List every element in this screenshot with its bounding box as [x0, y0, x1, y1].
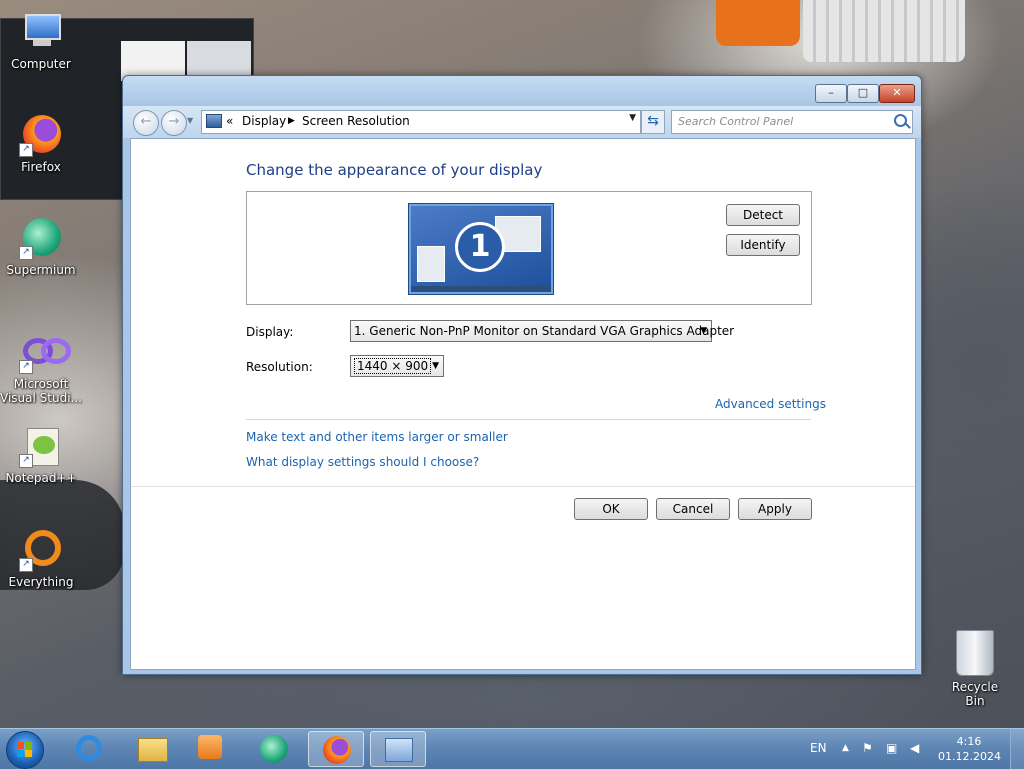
language-indicator[interactable]: EN	[810, 741, 827, 755]
breadcrumb-display[interactable]: Display	[242, 114, 286, 128]
maximize-button[interactable]: □	[847, 84, 879, 103]
taskbar: EN ▲ ⚑ ▣ ◀ 4:16 01.12.2024	[0, 728, 1024, 769]
shortcut-arrow-icon: ↗	[19, 454, 33, 468]
desktop-icon-supermium[interactable]: ↗ Supermium	[0, 216, 82, 277]
close-button[interactable]: ✕	[879, 84, 915, 103]
desktop-icon-label: Microsoft Visual Studi...	[0, 377, 82, 405]
firefox-icon: ↗	[19, 113, 63, 157]
forward-button[interactable]: →	[161, 110, 187, 136]
ok-button[interactable]: OK	[574, 498, 648, 520]
search-box[interactable]	[671, 110, 913, 134]
clock-date: 01.12.2024	[938, 750, 1001, 763]
resolution-select-value: 1440 × 900	[354, 358, 432, 374]
shortcut-arrow-icon: ↗	[19, 143, 33, 157]
desktop-icon-label: Firefox	[21, 160, 61, 174]
breadcrumb-separator-icon[interactable]: ▶	[288, 116, 295, 126]
media-player-icon	[198, 735, 222, 759]
taskbar-control-panel[interactable]	[370, 731, 426, 767]
page-title: Change the appearance of your display	[246, 161, 543, 179]
desktop-icon-label: Notepad++	[5, 471, 77, 485]
desktop-icon-label: Supermium	[6, 263, 76, 277]
desktop-icon-label: Recycle Bin	[951, 680, 999, 708]
divider	[246, 419, 811, 420]
explorer-folder-icon	[138, 738, 168, 762]
recent-pages-dropdown[interactable]: ▼	[187, 116, 193, 125]
resolution-select[interactable]: 1440 × 900 ▼	[350, 355, 444, 377]
arrow-right-icon: →	[168, 114, 180, 129]
desktop-icon-everything[interactable]: ↗ Everything	[0, 528, 82, 589]
show-desktop-button[interactable]	[1010, 729, 1024, 769]
desktop-icon-firefox[interactable]: ↗ Firefox	[0, 113, 82, 174]
wallpaper-basket	[803, 0, 965, 62]
desktop-icon-notepad-plus-plus[interactable]: ↗ Notepad++	[0, 424, 82, 485]
network-icon[interactable]: ▣	[886, 741, 897, 755]
internet-explorer-icon	[76, 735, 102, 761]
cancel-button[interactable]: Cancel	[656, 498, 730, 520]
action-center-flag-icon[interactable]: ⚑	[862, 741, 873, 755]
desktop-icon-label: Everything	[8, 575, 74, 589]
taskbar-media-player[interactable]	[184, 731, 240, 767]
supermium-icon: ↗	[19, 216, 63, 260]
windows-logo-icon	[17, 742, 33, 758]
content-pane: Change the appearance of your display 1 …	[130, 138, 916, 670]
clock-time: 4:16	[956, 735, 982, 748]
monitor-arrangement-panel: 1 Detect Identify	[246, 191, 812, 305]
desktop-icon-recycle-bin[interactable]: Recycle Bin	[942, 630, 1008, 708]
search-input[interactable]	[678, 113, 878, 129]
shortcut-arrow-icon: ↗	[19, 360, 33, 374]
desktop-icon-computer[interactable]: Computer	[0, 10, 82, 71]
everything-icon: ↗	[19, 528, 63, 572]
start-button[interactable]	[6, 731, 44, 769]
arrow-left-icon: ←	[140, 114, 152, 129]
identify-button[interactable]: Identify	[726, 234, 800, 256]
volume-muted-icon[interactable]: ◀	[910, 741, 919, 755]
desktop-icon-visual-studio[interactable]: ↗ Microsoft Visual Studi...	[0, 330, 82, 405]
back-button[interactable]: ←	[133, 110, 159, 136]
control-panel-icon	[385, 738, 413, 762]
detect-button[interactable]: Detect	[726, 204, 800, 226]
text-size-link[interactable]: Make text and other items larger or smal…	[246, 430, 508, 444]
desktop-icon-label: Computer	[11, 57, 71, 71]
visual-studio-icon: ↗	[19, 330, 71, 374]
supermium-icon	[260, 735, 288, 763]
display-select-value: 1. Generic Non-PnP Monitor on Standard V…	[354, 324, 735, 338]
address-bar[interactable]: « Display ▶ Screen Resolution ▼	[201, 110, 641, 134]
advanced-settings-link[interactable]: Advanced settings	[715, 397, 826, 411]
refresh-icon: ⇆	[647, 113, 659, 129]
address-toolbar: ← → ▼ « Display ▶ Screen Resolution ▼ ⇆	[123, 106, 921, 138]
refresh-button[interactable]: ⇆	[641, 110, 665, 134]
resolution-label: Resolution:	[246, 360, 313, 374]
display-label: Display:	[246, 325, 294, 339]
apply-button[interactable]: Apply	[738, 498, 812, 520]
clock[interactable]: 4:16 01.12.2024	[938, 734, 1001, 764]
divider	[131, 486, 915, 487]
taskbar-firefox[interactable]	[308, 731, 364, 767]
taskbar-explorer[interactable]	[124, 731, 180, 767]
chevron-down-icon: ▼	[432, 361, 439, 371]
search-icon[interactable]	[894, 114, 907, 127]
control-panel-icon	[206, 114, 222, 128]
computer-icon	[19, 10, 63, 54]
shortcut-arrow-icon: ↗	[19, 558, 33, 572]
address-dropdown-icon[interactable]: ▼	[629, 113, 636, 123]
wallpaper-orange-bag	[716, 0, 800, 46]
monitor-1-thumbnail[interactable]: 1	[409, 204, 553, 294]
title-bar[interactable]: – □ ✕	[123, 76, 921, 106]
chevron-down-icon: ▼	[700, 326, 707, 336]
minimize-button[interactable]: –	[815, 84, 847, 103]
notepad-plus-plus-icon: ↗	[19, 424, 63, 468]
shortcut-arrow-icon: ↗	[19, 246, 33, 260]
show-hidden-icons-button[interactable]: ▲	[842, 743, 849, 753]
firefox-icon	[323, 736, 351, 764]
taskbar-supermium[interactable]	[246, 731, 302, 767]
taskbar-internet-explorer[interactable]	[62, 731, 118, 767]
breadcrumb-overflow[interactable]: «	[226, 114, 233, 128]
recycle-bin-icon	[956, 630, 994, 676]
display-help-link[interactable]: What display settings should I choose?	[246, 455, 479, 469]
screen-resolution-window: – □ ✕ ← → ▼ « Display ▶ Screen Resolutio…	[122, 75, 922, 675]
display-select[interactable]: 1. Generic Non-PnP Monitor on Standard V…	[350, 320, 734, 342]
monitor-number: 1	[455, 222, 505, 272]
breadcrumb-screen-resolution[interactable]: Screen Resolution	[302, 114, 410, 128]
